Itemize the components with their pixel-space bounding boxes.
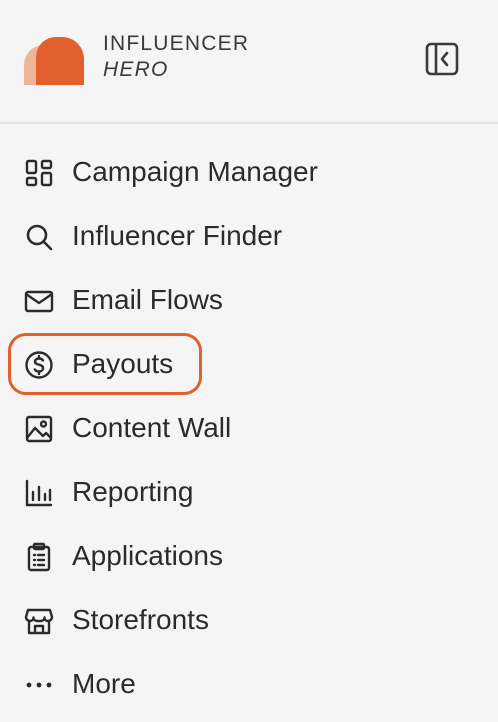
nav-item-label: Storefronts <box>72 604 209 635</box>
nav-item-label: Content Wall <box>72 412 232 443</box>
nav-item-influencer-finder[interactable]: Influencer Finder <box>0 204 498 268</box>
sidebar-collapse-button[interactable] <box>424 41 460 77</box>
nav-item-campaign-manager[interactable]: Campaign Manager <box>0 140 498 204</box>
nav-item-label: Email Flows <box>72 284 223 315</box>
mail-icon <box>24 286 54 316</box>
nav-item-storefronts[interactable]: Storefronts <box>0 588 498 652</box>
dollar-circle-icon <box>24 350 54 380</box>
nav-item-label: Campaign Manager <box>72 156 318 187</box>
image-icon <box>24 414 54 444</box>
bar-chart-icon <box>24 478 54 508</box>
nav-item-applications[interactable]: Applications <box>0 524 498 588</box>
search-icon <box>24 222 54 252</box>
nav-item-label: Applications <box>72 540 223 571</box>
nav-item-content-wall[interactable]: Content Wall <box>0 396 498 460</box>
brand-name-line1: INFLUENCER <box>103 32 250 55</box>
clipboard-icon <box>24 542 54 572</box>
nav-item-label: Influencer Finder <box>72 220 283 251</box>
sidebar: INFLUENCER HERO Campaign Manager Influen… <box>0 0 498 722</box>
nav-item-reporting[interactable]: Reporting <box>0 460 498 524</box>
sidebar-collapse-icon <box>425 42 459 76</box>
nav-item-more[interactable]: More <box>0 652 498 716</box>
nav-item-email-flows[interactable]: Email Flows <box>0 268 498 332</box>
nav-item-label: More <box>72 668 136 699</box>
brand-name: INFLUENCER HERO <box>103 33 249 80</box>
storefront-icon <box>24 606 54 636</box>
dashboard-grid-icon <box>24 158 54 188</box>
sidebar-header: INFLUENCER HERO <box>0 0 498 124</box>
nav-item-label: Payouts <box>72 348 174 379</box>
influencer-hero-logo[interactable] <box>22 35 86 85</box>
more-dots-icon <box>24 670 54 700</box>
brand-name-line2: HERO <box>103 58 169 81</box>
nav-item-label: Reporting <box>72 476 194 507</box>
nav-item-payouts[interactable]: Payouts <box>0 332 498 396</box>
